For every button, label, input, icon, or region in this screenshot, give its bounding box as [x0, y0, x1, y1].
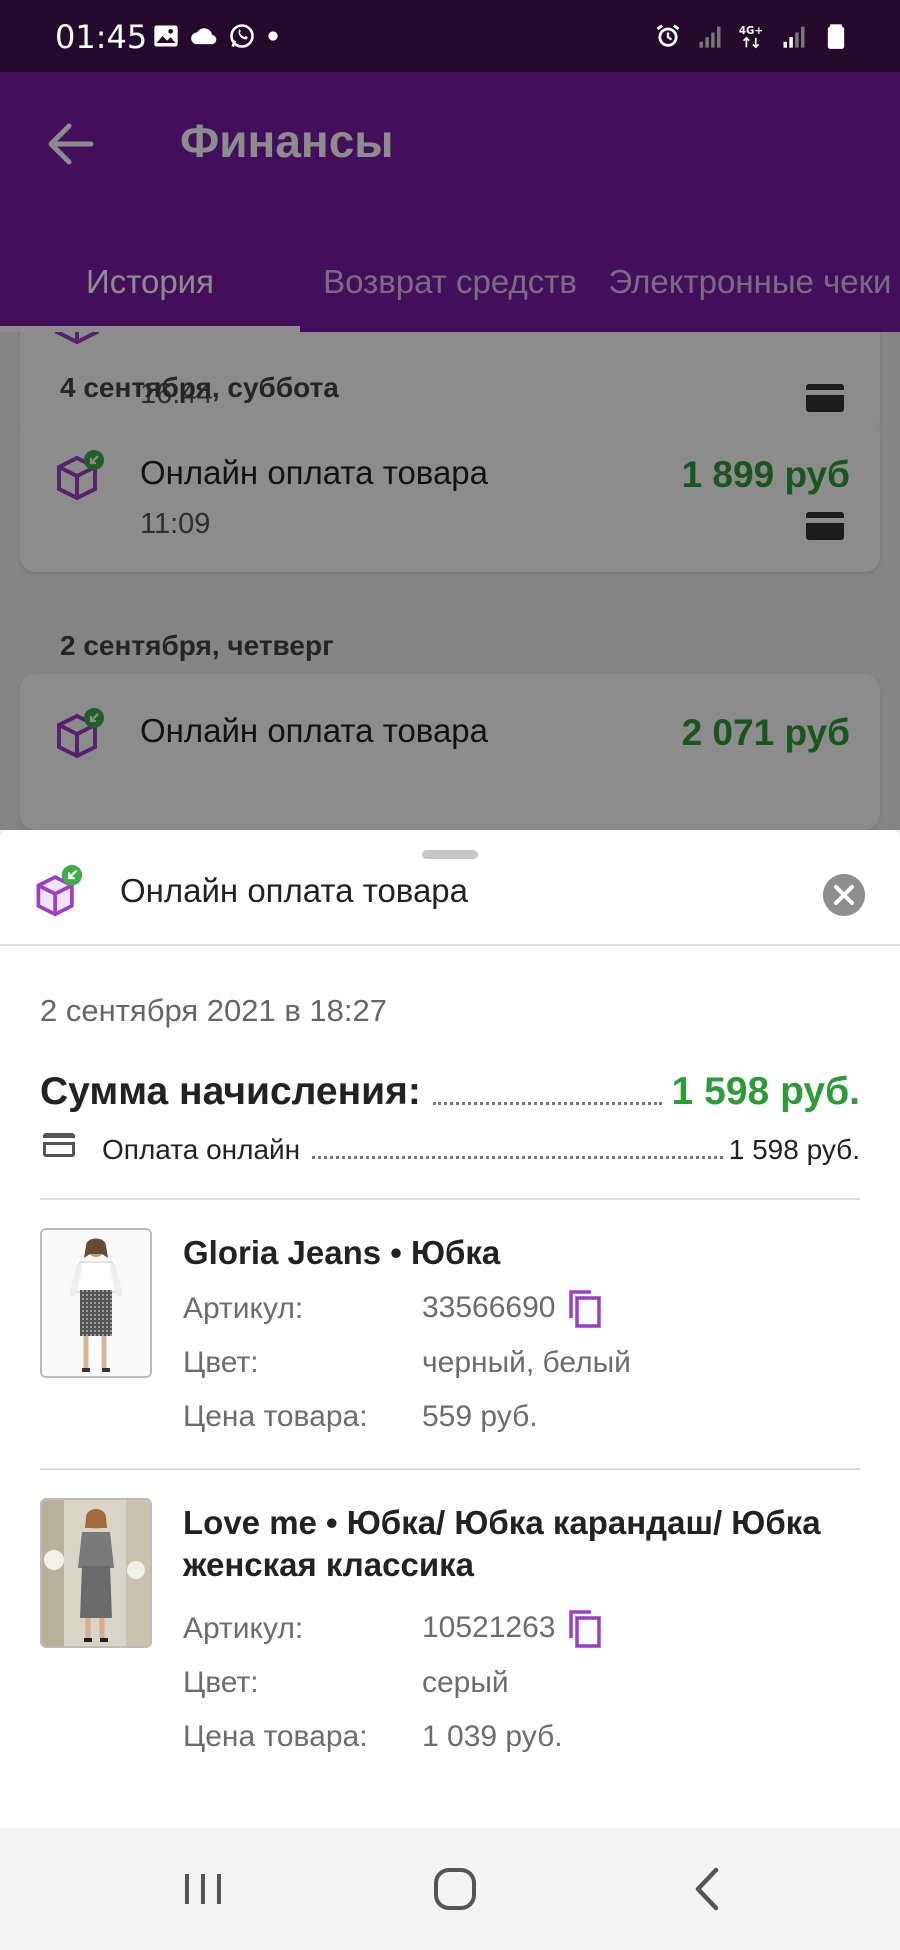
sum-value: 1 598 руб.: [671, 1070, 860, 1113]
product-image: [42, 1500, 150, 1646]
divider: [40, 1198, 860, 1200]
sheet-title: Онлайн оплата товара: [120, 872, 469, 909]
dotted-leader: [312, 1156, 723, 1159]
cloud-icon: [191, 28, 217, 45]
price-label: Цена товара:: [183, 1720, 368, 1753]
system-navigation-bar: [0, 1828, 900, 1950]
color-label: Цвет:: [183, 1346, 259, 1379]
divider: [0, 944, 900, 946]
color-value: серый: [422, 1666, 509, 1699]
signal-icon: [699, 26, 721, 48]
article-label: Артикул:: [183, 1612, 304, 1645]
svg-text:4G+: 4G+: [739, 25, 763, 37]
alarm-icon: [656, 24, 680, 47]
whatsapp-icon: [230, 24, 254, 48]
copy-icon[interactable]: [567, 1608, 603, 1648]
dot-icon: [268, 31, 278, 41]
product-item[interactable]: Gloria Jeans • Юбка Артикул: 33566690 Цв…: [40, 1228, 860, 1468]
sum-label: Сумма начисления:: [40, 1070, 421, 1113]
status-bar: 01:45 4G+: [0, 0, 900, 72]
product-thumbnail[interactable]: [40, 1498, 152, 1648]
payment-method-label: Оплата онлайн: [102, 1134, 301, 1165]
color-label: Цвет:: [183, 1666, 259, 1699]
recent-apps-icon[interactable]: [178, 1864, 228, 1914]
article-value: 10521263: [422, 1611, 556, 1644]
transaction-datetime: 2 сентября 2021 в 18:27: [40, 993, 387, 1028]
article-value-row: 10521263: [422, 1608, 603, 1648]
product-image: [42, 1230, 150, 1376]
article-value-row: 33566690: [422, 1288, 603, 1328]
sum-row: Сумма начисления: 1 598 руб.: [40, 1068, 860, 1114]
product-title: Gloria Jeans • Юбка: [183, 1234, 501, 1271]
image-icon: [154, 25, 178, 47]
status-time: 01:45: [55, 18, 148, 56]
price-value: 1 039 руб.: [422, 1720, 563, 1753]
scrim-overlay[interactable]: [0, 72, 900, 830]
signal-icon: [783, 26, 805, 48]
article-label: Артикул:: [183, 1292, 304, 1325]
drag-handle[interactable]: [422, 850, 478, 859]
back-icon[interactable]: [682, 1864, 732, 1914]
price-label: Цена товара:: [183, 1400, 368, 1433]
product-title: Love me • Юбка/ Юбка карандаш/ Юбка женс…: [183, 1504, 821, 1583]
payment-row: Оплата онлайн 1 598 руб.: [40, 1126, 860, 1166]
home-icon[interactable]: [430, 1864, 480, 1914]
bank-card-icon: [43, 1133, 75, 1157]
article-value: 33566690: [422, 1291, 556, 1324]
product-item[interactable]: Love me • Юбка/ Юбка карандаш/ Юбка женс…: [40, 1498, 860, 1798]
transaction-details-sheet: Онлайн оплата товара 2 сентября 2021 в 1…: [0, 830, 900, 1828]
color-value: черный, белый: [422, 1346, 631, 1379]
network-4g-icon: 4G+: [739, 25, 763, 49]
dotted-leader: [432, 1102, 662, 1105]
divider: [40, 1468, 860, 1470]
package-icon: [36, 864, 83, 917]
price-value: 559 руб.: [422, 1400, 538, 1433]
copy-icon[interactable]: [567, 1288, 603, 1328]
product-thumbnail[interactable]: [40, 1228, 152, 1378]
battery-icon: [827, 24, 845, 49]
close-icon[interactable]: [823, 874, 865, 916]
payment-value: 1 598 руб.: [728, 1134, 860, 1165]
